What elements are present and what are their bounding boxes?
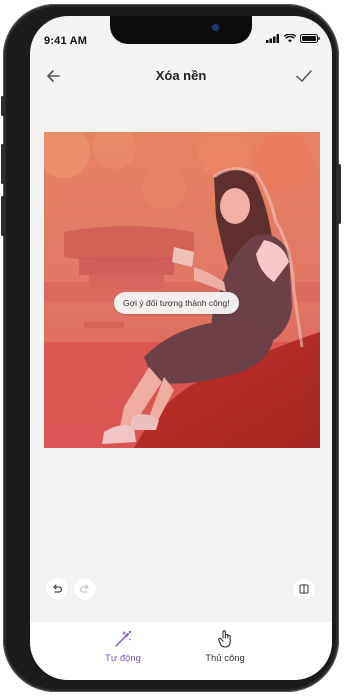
cellular-signal-icon	[266, 34, 279, 43]
tab-manual[interactable]: Thủ công	[190, 628, 260, 668]
tab-auto[interactable]: Tự động	[88, 628, 158, 668]
status-icons	[266, 34, 320, 43]
bottom-tab-bar: Tự động Thủ công	[30, 622, 332, 680]
undo-icon	[53, 584, 63, 593]
magic-wand-icon	[115, 631, 132, 647]
side-button-power	[337, 164, 341, 224]
undo-button[interactable]	[46, 578, 68, 600]
battery-icon	[300, 34, 320, 43]
hand-pointer-icon	[218, 630, 231, 648]
front-camera	[212, 24, 219, 31]
side-button-volume-up	[1, 144, 5, 184]
app-screen: 9:41 AM Xóa nền Gợi ý đối tượng thành cô…	[30, 16, 332, 680]
wifi-icon	[284, 34, 296, 43]
page-title: Xóa nền	[155, 68, 207, 83]
redo-button[interactable]	[74, 578, 96, 600]
side-button-volume-down	[1, 196, 5, 236]
redo-icon	[79, 584, 89, 593]
tab-manual-label: Thủ công	[205, 653, 245, 664]
photo-image	[44, 132, 320, 448]
status-time: 9:41 AM	[44, 35, 88, 47]
photo-canvas[interactable]: Gợi ý đối tượng thành công!	[44, 132, 320, 448]
tab-auto-label: Tự động	[105, 653, 141, 664]
side-button-mute	[1, 96, 5, 116]
compare-button[interactable]	[293, 578, 315, 600]
checkmark-icon[interactable]	[294, 66, 314, 86]
tooltip-success: Gợi ý đối tượng thành công!	[114, 292, 239, 314]
phone-notch	[110, 16, 252, 44]
top-bar: Xóa nền	[30, 60, 332, 94]
compare-split-icon	[299, 584, 309, 594]
